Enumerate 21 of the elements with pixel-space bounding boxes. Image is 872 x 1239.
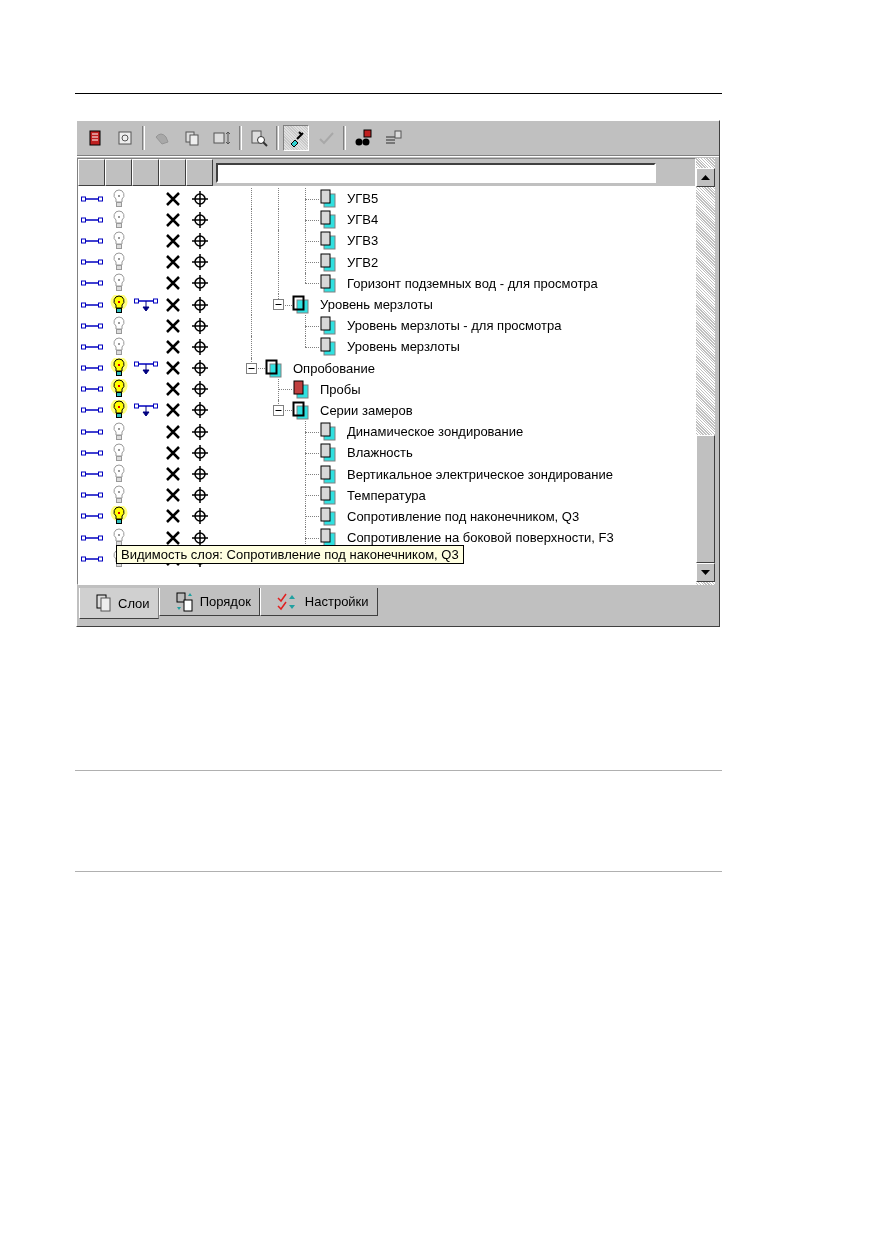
layer-name[interactable]: УГВ2 <box>347 254 379 270</box>
layer-name[interactable]: УГВ3 <box>347 233 379 249</box>
layer-name[interactable]: Динамическое зондирование <box>347 424 524 440</box>
layer-name[interactable]: Температура <box>347 487 426 503</box>
layer-name[interactable]: УГВ5 <box>347 191 379 207</box>
layer-name[interactable]: Влажность <box>347 445 413 461</box>
layer-name[interactable]: Сопротивление на боковой поверхности, F3 <box>347 530 614 546</box>
tooltip: Видимость слоя: Сопротивление под наконечником, Q3 <box>116 545 464 564</box>
layer-name[interactable]: Горизонт подземных вод - для просмотра <box>347 275 598 291</box>
layer-name[interactable]: Уровень мерзлоты <box>347 339 460 355</box>
layer-name[interactable]: Сопротивление под наконечником, Q3 <box>347 508 580 524</box>
tab[interactable]: Порядок <box>158 588 260 616</box>
layer-name[interactable]: Пробы <box>320 381 361 397</box>
layer-name[interactable]: УГВ4 <box>347 212 379 228</box>
layer-name[interactable]: Серии замеров <box>320 402 413 418</box>
layer-name[interactable]: Уровень мерзлоты <box>320 297 433 313</box>
tab[interactable]: Настройки <box>259 588 378 616</box>
layer-name[interactable]: Вертикальное электрическое зондирование <box>347 466 613 482</box>
layer-name[interactable]: Опробование <box>293 360 375 376</box>
tab[interactable]: Слои <box>79 588 159 619</box>
layer-name[interactable]: Уровень мерзлоты - для просмотра <box>347 318 562 334</box>
